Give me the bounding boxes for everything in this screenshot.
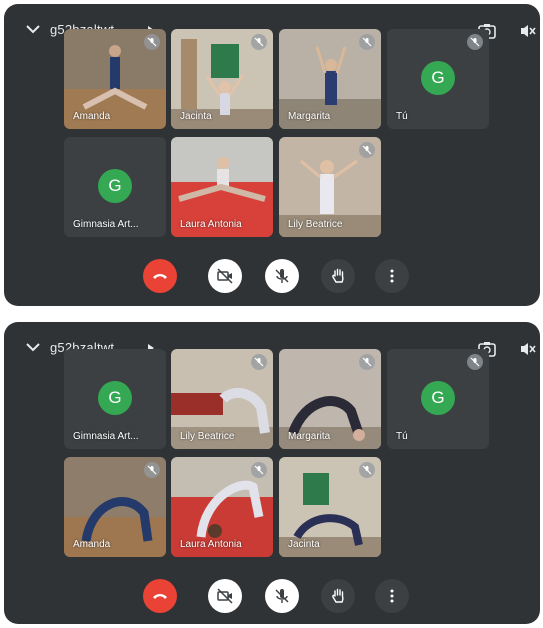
meet-call-panel-bottom: g52bzaltwt G Gimnasia Art... Lily Beatri… (4, 322, 540, 624)
participant-tile[interactable]: Margarita (279, 29, 381, 129)
participant-name: Gimnasia Art... (73, 431, 139, 442)
more-vert-icon (390, 589, 394, 603)
camera-off-button[interactable] (208, 579, 242, 613)
participant-name: Amanda (73, 539, 111, 550)
raise-hand-icon (332, 588, 344, 603)
end-call-icon (153, 594, 167, 599)
participant-tile[interactable]: G Gimnasia Art... (64, 349, 166, 449)
end-call-icon (153, 274, 167, 279)
mic-off-icon (144, 34, 160, 50)
raise-hand-icon (332, 268, 344, 283)
more-options-button[interactable] (375, 579, 409, 613)
mic-off-button[interactable] (265, 259, 299, 293)
avatar: G (421, 61, 455, 95)
participant-name: Amanda (73, 111, 111, 122)
mic-off-button[interactable] (265, 579, 299, 613)
mic-off-icon (251, 34, 267, 50)
participant-name: Laura Antonia (180, 219, 242, 230)
raise-hand-button[interactable] (321, 579, 355, 613)
participant-name: Jacinta (288, 539, 320, 550)
mic-off-icon (467, 354, 483, 370)
mic-off-icon (275, 589, 289, 603)
mic-off-icon (144, 462, 160, 478)
participant-name: Lily Beatrice (180, 431, 235, 442)
participant-name: Tú (396, 431, 408, 442)
mic-off-icon (359, 34, 375, 50)
participant-name: Margarita (288, 111, 331, 122)
participant-tile[interactable]: Jacinta (171, 29, 273, 129)
chevron-down-icon[interactable] (24, 22, 42, 36)
mic-off-icon (275, 269, 289, 283)
participant-name: Gimnasia Art... (73, 219, 139, 230)
raise-hand-button[interactable] (321, 259, 355, 293)
chevron-down-icon[interactable] (24, 340, 42, 354)
avatar: G (98, 381, 132, 415)
mic-off-icon (251, 462, 267, 478)
meet-call-panel-top: g52bzaltwt Amanda Jacinta Margarita (4, 4, 540, 306)
participant-name: Lily Beatrice (288, 219, 343, 230)
participant-tile[interactable]: Margarita (279, 349, 381, 449)
participant-tile[interactable]: Amanda (64, 29, 166, 129)
participant-tile[interactable]: Amanda (64, 457, 166, 557)
end-call-button[interactable] (143, 579, 177, 613)
camera-off-button[interactable] (208, 259, 242, 293)
speaker-off-icon[interactable] (519, 341, 537, 357)
avatar: G (98, 169, 132, 203)
mic-off-icon (251, 354, 267, 370)
mic-off-icon (359, 354, 375, 370)
participant-name: Jacinta (180, 111, 212, 122)
participant-name: Margarita (288, 431, 331, 442)
mic-off-icon (359, 142, 375, 158)
participant-tile[interactable]: Lily Beatrice (171, 349, 273, 449)
participant-name: Laura Antonia (180, 539, 242, 550)
speaker-off-icon[interactable] (519, 23, 537, 39)
participant-tile[interactable]: Laura Antonia (171, 457, 273, 557)
mic-off-icon (359, 462, 375, 478)
more-vert-icon (390, 269, 394, 283)
participant-tile[interactable]: G Gimnasia Art... (64, 137, 166, 237)
participant-name: Tú (396, 111, 408, 122)
camera-off-icon (217, 588, 233, 604)
participant-tile[interactable]: Jacinta (279, 457, 381, 557)
end-call-button[interactable] (143, 259, 177, 293)
more-options-button[interactable] (375, 259, 409, 293)
participant-tile[interactable]: Lily Beatrice (279, 137, 381, 237)
camera-off-icon (217, 268, 233, 284)
avatar: G (421, 381, 455, 415)
participant-tile-self[interactable]: G Tú (387, 349, 489, 449)
mic-off-icon (467, 34, 483, 50)
participant-tile[interactable]: Laura Antonia (171, 137, 273, 237)
participant-tile-self[interactable]: G Tú (387, 29, 489, 129)
